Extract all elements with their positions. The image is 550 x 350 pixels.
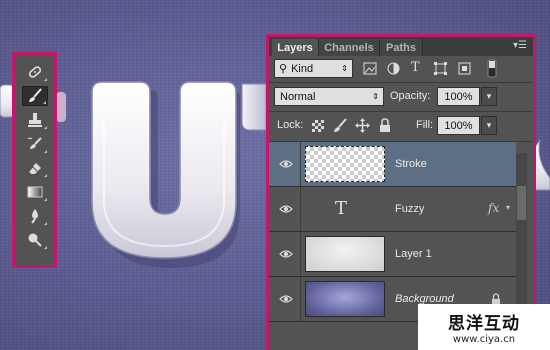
expand-effects-icon[interactable]: ▾ [506,203,510,212]
clone-stamp-tool[interactable] [22,110,48,130]
eraser-icon [28,163,41,174]
blur-tool[interactable] [22,206,48,226]
filter-kind-label: Kind [291,62,314,75]
layer-row-stroke[interactable]: Stroke [269,142,516,187]
blend-mode-select[interactable]: Normal ⇕ [274,87,384,106]
lock-all-icon[interactable] [379,118,391,133]
shape-layer-filter-icon[interactable] [434,62,447,75]
layer-thumbnail [305,281,385,317]
tab-channels[interactable]: Channels [319,39,380,56]
tab-paths[interactable]: Paths [380,39,423,56]
tab-layers[interactable]: Layers [272,39,319,56]
eye-icon [279,160,293,168]
eye-icon [279,205,293,213]
blur-icon [31,209,38,224]
visibility-toggle[interactable] [269,142,301,186]
lock-label: Lock: [277,119,304,131]
chevron-updown-icon: ⇕ [341,64,348,73]
opacity-input[interactable]: 100% [437,87,480,106]
layers-panel: Layers Channels Paths ▾☰ ⚲ Kind ⇕ T Norm… [266,34,536,350]
fill-input[interactable]: 100% [437,116,480,135]
opacity-label: Opacity: [390,90,431,102]
fill-label: Fill: [416,119,434,131]
filter-toggle-icon[interactable] [487,59,497,78]
brush-tool[interactable] [22,86,48,106]
chevron-down-icon: ▾ [486,91,492,101]
gradient-icon [27,186,43,198]
type-layer-filter-icon[interactable]: T [411,60,420,75]
clone-stamp-icon [28,113,42,127]
layer-thumbnail [305,146,385,182]
eye-icon [279,295,293,303]
chevron-updown-icon: ⇕ [372,92,379,101]
history-brush-tool[interactable] [22,134,48,154]
brush-icon [29,88,42,102]
panel-menu-icon[interactable]: ▾☰ [513,40,527,51]
scrollbar-thumb[interactable] [517,186,526,220]
text-layer-icon: T [335,198,348,219]
watermark-title: 思洋互动 [448,314,520,334]
separator [269,82,533,83]
blend-mode-value: Normal [280,90,316,103]
spot-healing-brush-tool[interactable] [22,62,48,82]
search-icon: ⚲ [279,63,288,75]
layer-name: Stroke [395,158,427,170]
visibility-toggle[interactable] [269,232,301,276]
opacity-dropdown-button[interactable]: ▾ [481,87,497,106]
history-brush-icon [27,137,42,149]
lock-image-pixels-icon[interactable] [332,118,347,133]
panel-tabs: Layers Channels Paths ▾☰ [269,37,533,56]
separator [269,111,533,112]
layer-name: Layer 1 [395,248,432,260]
layer-row-fuzzy[interactable]: T Fuzzy fx ▾ [269,187,516,232]
dodge-icon [28,233,42,247]
tools-panel [12,52,57,268]
filter-kind-select[interactable]: ⚲ Kind ⇕ [274,59,353,78]
lock-transparent-pixels-icon[interactable] [312,120,324,132]
chevron-down-icon: ▾ [486,120,492,130]
pixel-layer-filter-icon[interactable] [363,62,377,75]
watermark-url: www.ciya.cn [452,334,516,345]
spot-healing-brush-icon [28,66,42,78]
eraser-tool[interactable] [22,158,48,178]
gradient-tool[interactable] [22,182,48,202]
adjustment-layer-filter-icon[interactable] [387,62,400,75]
fill-dropdown-button[interactable]: ▾ [481,116,497,135]
layer-effects-badge[interactable]: fx [488,201,499,215]
smart-object-filter-icon[interactable] [458,62,471,75]
layer-row-layer1[interactable]: Layer 1 [269,232,516,277]
layer-thumbnail [305,236,385,272]
layer-name: Fuzzy [395,203,425,215]
dodge-tool[interactable] [22,230,48,250]
visibility-toggle[interactable] [269,277,301,321]
visibility-toggle[interactable] [269,187,301,231]
watermark: 思洋互动 www.ciya.cn [418,304,550,350]
eye-icon [279,250,293,258]
lock-position-icon[interactable] [355,118,370,133]
